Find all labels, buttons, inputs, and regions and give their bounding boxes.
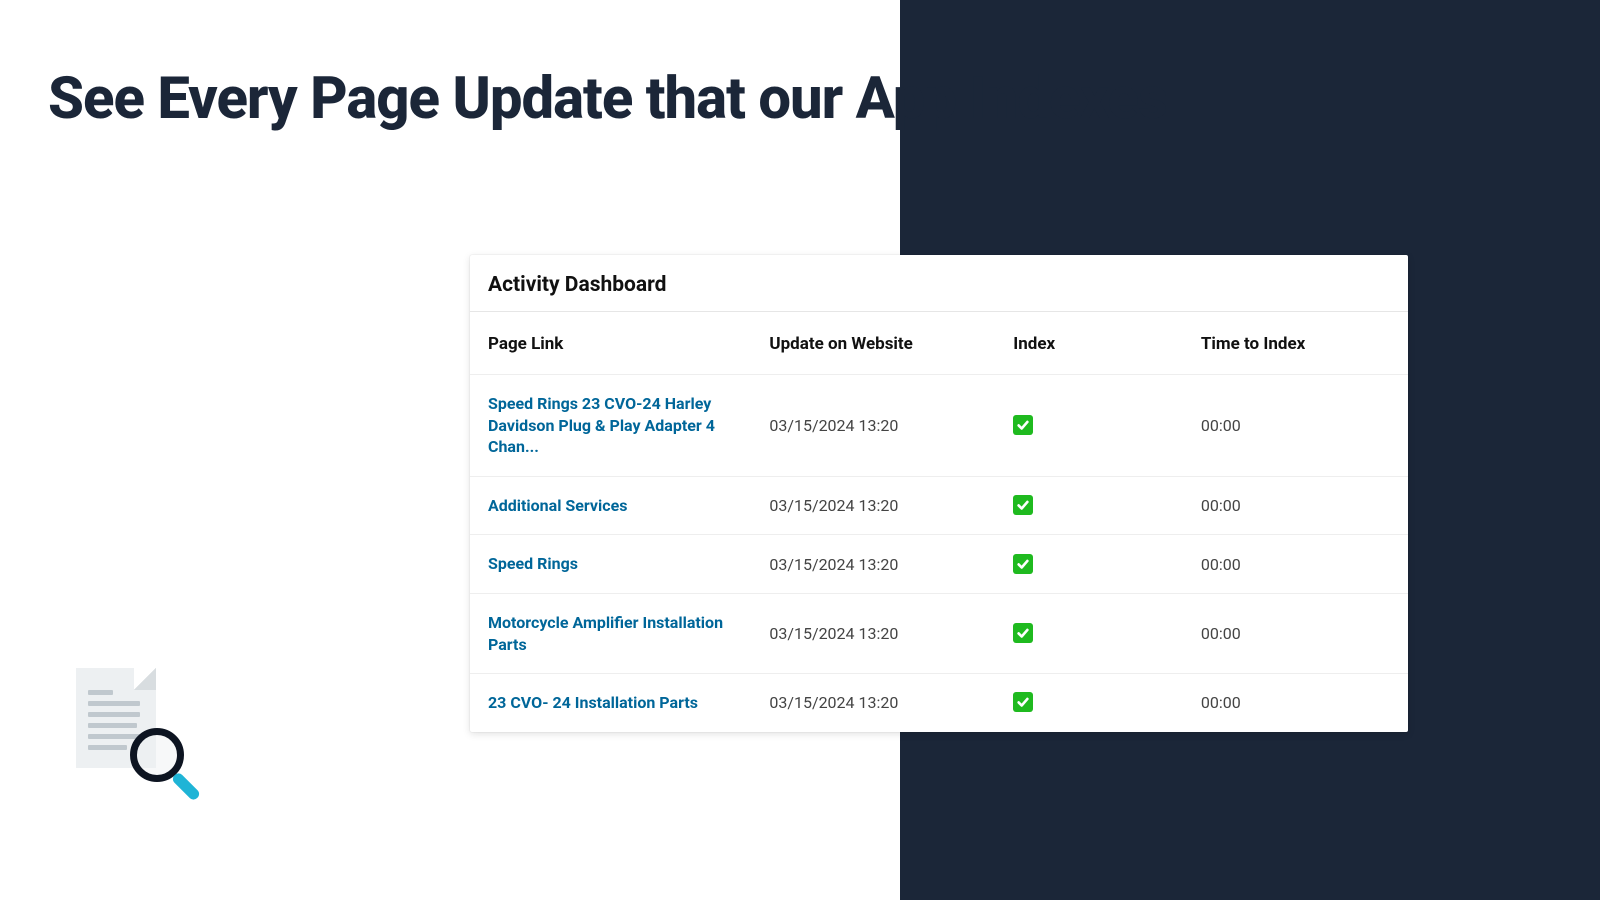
col-header-update: Update on Website xyxy=(751,312,995,375)
index-cell xyxy=(995,593,1183,673)
update-cell: 03/15/2024 13:20 xyxy=(751,535,995,594)
col-header-time: Time to Index xyxy=(1183,312,1408,375)
table-row: Speed Rings 03/15/2024 13:20 00:00 xyxy=(470,535,1408,594)
col-header-index: Index xyxy=(995,312,1183,375)
time-cell: 00:00 xyxy=(1183,593,1408,673)
time-cell: 00:00 xyxy=(1183,535,1408,594)
magnifier-icon xyxy=(130,728,184,782)
dashboard-title: Activity Dashboard xyxy=(470,255,1408,312)
update-cell: 03/15/2024 13:20 xyxy=(751,476,995,535)
activity-dashboard-card: Activity Dashboard Page Link Update on W… xyxy=(470,255,1408,732)
update-cell: 03/15/2024 13:20 xyxy=(751,375,995,477)
index-cell xyxy=(995,476,1183,535)
time-cell: 00:00 xyxy=(1183,375,1408,477)
time-cell: 00:00 xyxy=(1183,674,1408,732)
page-link[interactable]: Speed Rings xyxy=(488,553,733,575)
page-link[interactable]: Additional Services xyxy=(488,495,733,517)
time-cell: 00:00 xyxy=(1183,476,1408,535)
table-row: Motorcycle Amplifier Installation Parts … xyxy=(470,593,1408,673)
index-cell xyxy=(995,674,1183,732)
check-icon xyxy=(1013,415,1033,435)
index-cell xyxy=(995,375,1183,477)
page-link[interactable]: Speed Rings 23 CVO-24 Harley Davidson Pl… xyxy=(488,393,733,458)
table-row: Additional Services 03/15/2024 13:20 00:… xyxy=(470,476,1408,535)
check-icon xyxy=(1013,623,1033,643)
page-link[interactable]: 23 CVO- 24 Installation Parts xyxy=(488,692,733,714)
document-icon xyxy=(76,668,156,768)
check-icon xyxy=(1013,554,1033,574)
update-cell: 03/15/2024 13:20 xyxy=(751,674,995,732)
document-search-icon xyxy=(76,668,156,768)
col-header-page-link: Page Link xyxy=(470,312,751,375)
table-row: Speed Rings 23 CVO-24 Harley Davidson Pl… xyxy=(470,375,1408,477)
table-row: 23 CVO- 24 Installation Parts 03/15/2024… xyxy=(470,674,1408,732)
index-cell xyxy=(995,535,1183,594)
update-cell: 03/15/2024 13:20 xyxy=(751,593,995,673)
page-headline: See Every Page Update that our App Index… xyxy=(48,68,1167,131)
check-icon xyxy=(1013,692,1033,712)
page-link[interactable]: Motorcycle Amplifier Installation Parts xyxy=(488,612,733,655)
activity-table: Page Link Update on Website Index Time t… xyxy=(470,312,1408,732)
check-icon xyxy=(1013,495,1033,515)
